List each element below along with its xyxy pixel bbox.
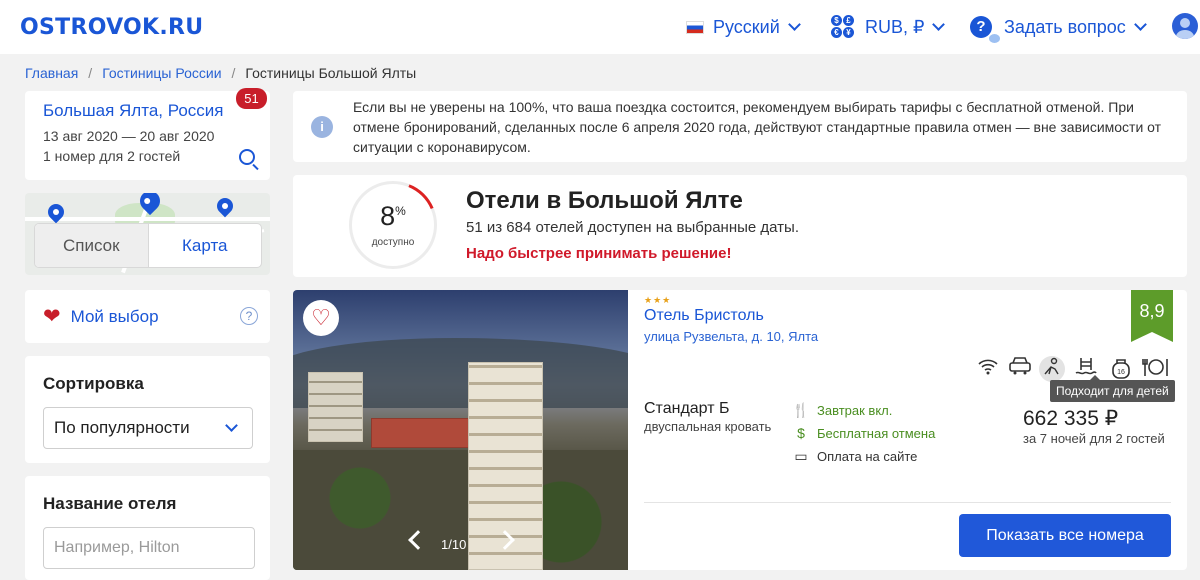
sort-select[interactable]: По популярности [43, 407, 253, 449]
chevron-down-icon [1133, 18, 1147, 31]
rating-badge: 8,9 [1131, 290, 1173, 342]
room-name: Стандарт Б [644, 400, 730, 417]
site-logo[interactable]: OSTROVOK.RU [20, 15, 203, 40]
results-summary: 8% доступно Отели в Большой Ялте 51 из 6… [293, 175, 1187, 277]
urgency-message: Надо быстрее принимать решение! [466, 245, 732, 262]
favorite-heart-icon[interactable]: ♡ [303, 300, 339, 336]
breadcrumb-separator: / [88, 65, 93, 81]
breadcrumb-current: Гостиницы Большой Ялты [245, 65, 417, 81]
destination-label[interactable]: Большая Ялта, Россия [43, 101, 252, 121]
help-circle-icon[interactable]: ? [240, 307, 258, 325]
map-pin-icon [213, 194, 237, 218]
breadcrumb-home[interactable]: Главная [25, 65, 78, 81]
photo-building [371, 418, 481, 448]
list-view-button[interactable]: Список [35, 224, 149, 267]
availability-percent: 8% [380, 201, 406, 231]
currency-icon: $ £ € ¥ [830, 14, 856, 40]
photo-counter: 1/10 [441, 537, 467, 552]
top-header: OSTROVOK.RU Русский $ £ € ¥ RUB, ₽ ? Зад… [0, 0, 1200, 54]
page-title: Отели в Большой Ялте [466, 187, 743, 214]
kids-icon[interactable] [1039, 356, 1065, 382]
chevron-down-icon [225, 419, 238, 432]
chevron-down-icon [932, 18, 946, 31]
language-selector[interactable]: Русский [686, 14, 801, 40]
notice-text: Если вы не уверены на 100%, что ваша пое… [353, 98, 1162, 155]
hotel-name-input[interactable] [43, 527, 255, 569]
breadcrumb-russia[interactable]: Гостиницы России [102, 65, 221, 81]
availability-label: доступно [371, 237, 415, 248]
hotel-name-filter-title: Название отеля [43, 494, 177, 513]
breadcrumb-separator: / [231, 65, 236, 81]
hotel-address-link[interactable]: улица Рузвельта, д. 10, Ялта [644, 329, 818, 344]
sort-value: По популярности [54, 418, 190, 437]
price: 662 335 ₽ [1023, 407, 1119, 430]
language-label: Русский [713, 16, 780, 37]
map-road [25, 217, 270, 221]
cutlery-icon: 🍴 [792, 402, 810, 418]
heart-icon: ❤ [43, 305, 61, 328]
favorites-label[interactable]: Мой выбор [71, 307, 159, 327]
fitness-icon[interactable]: 16 [1108, 356, 1134, 382]
sort-title: Сортировка [43, 374, 144, 393]
search-summary-card[interactable]: Большая Ялта, Россия 13 авг 2020 — 20 ав… [25, 91, 270, 180]
currency-label: RUB, ₽ [865, 16, 925, 37]
bed-type: двуспальная кровать [644, 419, 772, 434]
show-all-rooms-button[interactable]: Показать все номера [959, 514, 1171, 557]
photo-trees [293, 450, 628, 570]
currency-selector[interactable]: $ £ € ¥ RUB, ₽ [830, 14, 946, 40]
hotel-count-badge: 51 [236, 88, 267, 109]
svg-text:16: 16 [1117, 369, 1125, 376]
hotel-stars: ★★★ [644, 295, 672, 305]
photo-building [308, 372, 363, 442]
chevron-down-icon [787, 18, 801, 31]
hotel-card: ♡ 1/10 ★★★ Отель Бристоль улица Рузвельт… [293, 290, 1187, 570]
russia-flag-icon [686, 20, 704, 34]
hotel-name-link[interactable]: Отель Бристоль [644, 307, 764, 325]
price-note: за 7 ночей для 2 гостей [1023, 431, 1165, 446]
breakfast-feature: 🍴 Завтрак вкл. [790, 401, 892, 419]
wifi-icon[interactable] [975, 356, 1001, 382]
question-chat-icon: ? [970, 16, 1000, 43]
search-icon[interactable] [239, 149, 255, 165]
my-favorites-card[interactable]: ❤ Мой выбор ? [25, 290, 270, 343]
availability-subtitle: 51 из 684 отелей доступен на выбранные д… [466, 219, 799, 236]
help-label: Задать вопрос [1004, 16, 1126, 37]
sort-card: Сортировка По популярности [25, 356, 270, 463]
hotel-photo[interactable]: ♡ 1/10 [293, 290, 628, 570]
dates-label: 13 авг 2020 — 20 авг 2020 [43, 128, 215, 144]
info-icon: i [311, 115, 333, 138]
payment-feature: ▭ Оплата на сайте [790, 447, 917, 465]
parking-icon[interactable] [1007, 356, 1033, 382]
refund-icon: $ [797, 425, 805, 441]
cancellation-notice: i Если вы не уверены на 100%, что ваша п… [293, 91, 1187, 162]
guests-label: 1 номер для 2 гостей [43, 148, 181, 164]
restaurant-icon[interactable] [1142, 356, 1168, 382]
amenity-tooltip: Подходит для детей [1050, 375, 1175, 402]
free-cancel-feature: $ Бесплатная отмена [790, 424, 935, 442]
hotel-name-filter-card: Название отеля [25, 476, 270, 580]
divider [644, 502, 1171, 503]
view-toggle: Список Карта [34, 223, 262, 268]
breadcrumb: Главная / Гостиницы России / Гостиницы Б… [25, 65, 416, 81]
user-avatar-icon[interactable] [1172, 13, 1198, 39]
wallet-icon: ▭ [794, 448, 808, 464]
map-view-button[interactable]: Карта [149, 224, 262, 267]
help-menu[interactable]: ? Задать вопрос [970, 14, 1147, 43]
